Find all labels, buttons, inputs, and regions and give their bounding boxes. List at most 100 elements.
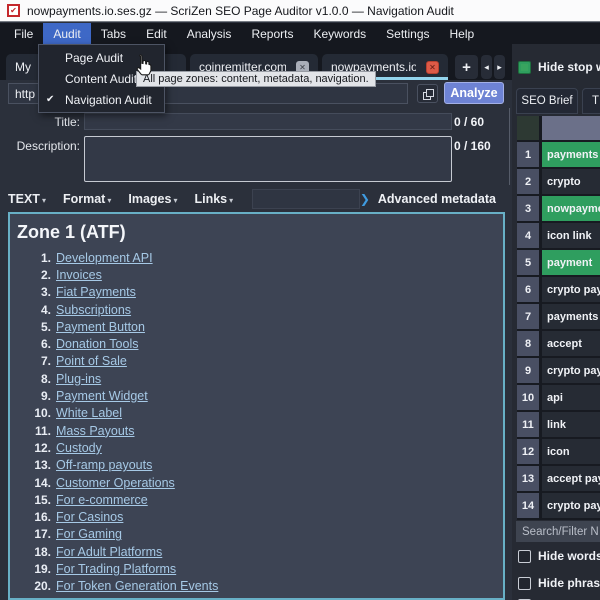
description-field[interactable] (84, 136, 452, 182)
menu-analysis[interactable]: Analysis (177, 23, 242, 44)
nav-list-item: 17. For Gaming (10, 526, 503, 543)
nav-link[interactable]: For Marketplaces (56, 597, 153, 598)
tab-seo-brief[interactable]: SEO Brief (516, 88, 578, 114)
tab-label: My (15, 60, 31, 74)
title-field[interactable] (84, 113, 452, 130)
keyword-table-header-num[interactable] (517, 116, 539, 140)
nav-item-number: 2. (40, 267, 51, 282)
filter-label: Hide words (538, 549, 600, 563)
nav-item-number: 10. (34, 406, 51, 421)
nav-list-item: 5. Payment Button (10, 318, 503, 335)
close-tab-icon[interactable]: ✕ (426, 60, 439, 74)
advanced-metadata-toggle[interactable]: ❯ Advanced metadata (360, 192, 496, 206)
nav-link[interactable]: Invoices (56, 268, 102, 282)
keyword-cell[interactable]: payments (542, 142, 600, 167)
nav-link[interactable]: Mass Payouts (56, 424, 135, 438)
menu-file[interactable]: File (4, 23, 43, 44)
hide-stop-words-checkbox[interactable] (518, 60, 531, 74)
nav-link[interactable]: Payment Button (56, 320, 145, 334)
app-logo-icon: ✔ (7, 4, 20, 17)
nav-link[interactable]: For Trading Platforms (56, 562, 176, 576)
keyword-cell[interactable]: crypto (542, 169, 600, 194)
tab-clipped[interactable]: T (582, 88, 600, 114)
nav-link[interactable]: Custody (56, 441, 102, 455)
nav-link[interactable]: Fiat Payments (56, 285, 136, 299)
toolbar-search-input[interactable] (252, 188, 360, 209)
nav-list-item: 1. Development API (10, 249, 503, 266)
copy-url-button[interactable] (417, 84, 438, 103)
keyword-search-input[interactable]: Search/Filter N (516, 521, 600, 542)
keyword-cell[interactable]: accept (542, 331, 600, 356)
nav-link[interactable]: For Gaming (56, 527, 122, 541)
nav-link[interactable]: Customer Operations (56, 476, 175, 490)
nav-link[interactable]: Point of Sale (56, 354, 127, 368)
nav-link[interactable]: For e-commerce (56, 493, 148, 507)
nav-list-item: 21. For Marketplaces (10, 595, 503, 598)
menu-settings[interactable]: Settings (376, 23, 439, 44)
nav-link[interactable]: For Casinos (56, 510, 123, 524)
nav-item-number: 7. (40, 354, 51, 369)
nav-link[interactable]: Donation Tools (56, 337, 138, 351)
toolbar-menu-links[interactable]: Links ▾ (194, 192, 233, 206)
menu-audit[interactable]: Audit (43, 23, 91, 44)
filter-row[interactable]: Hide words (518, 549, 600, 563)
prev-tab-button[interactable]: ◂ (481, 55, 492, 79)
menu-item-navigation-audit[interactable]: Navigation Audit ✔ (39, 89, 164, 110)
nav-link[interactable]: Subscriptions (56, 303, 131, 317)
nav-list-item: 13. Off-ramp payouts (10, 457, 503, 474)
keyword-cell[interactable]: link (542, 412, 600, 437)
keyword-cell[interactable]: payment (542, 250, 600, 275)
filter-checkbox[interactable] (518, 549, 531, 563)
description-label: Description: (16, 139, 80, 153)
next-tab-button[interactable]: ▸ (494, 55, 505, 79)
nav-link[interactable]: Development API (56, 251, 153, 265)
keyword-cell[interactable]: accept pay (542, 466, 600, 491)
analyze-button[interactable]: Analyze (444, 82, 504, 104)
nav-list-item: 4. Subscriptions (10, 301, 503, 318)
toolbar-menu-images[interactable]: Images ▾ (128, 192, 177, 206)
keyword-cell[interactable]: icon (542, 439, 600, 464)
toolbar-menu-format[interactable]: Format ▾ (63, 192, 111, 206)
keyword-cell[interactable]: icon link (542, 223, 600, 248)
nav-link[interactable]: Plug-ins (56, 372, 101, 386)
chevron-right-icon: ❯ (359, 191, 370, 206)
keyword-cell[interactable]: api (542, 385, 600, 410)
nav-link[interactable]: For Adult Platforms (56, 545, 162, 559)
keyword-row-number: 11 (517, 412, 539, 437)
toolbar-menu-text[interactable]: TEXT ▾ (8, 192, 46, 206)
nav-link[interactable]: For Token Generation Events (56, 579, 218, 593)
nav-list-item: 3. Fiat Payments (10, 284, 503, 301)
dropdown-arrow-icon: ▾ (41, 195, 46, 205)
keyword-cell[interactable]: nowpayments (542, 196, 600, 221)
menu-keywords[interactable]: Keywords (303, 23, 376, 44)
keyword-row-number: 14 (517, 493, 539, 518)
nav-list-item: 19. For Trading Platforms (10, 560, 503, 577)
add-tab-button[interactable]: + (455, 55, 478, 79)
nav-link[interactable]: Payment Widget (56, 389, 148, 403)
menu-help[interactable]: Help (440, 23, 485, 44)
filter-label: Hide phras (538, 576, 600, 590)
filter-row[interactable]: Hide phras (518, 576, 600, 590)
menu-edit[interactable]: Edit (136, 23, 177, 44)
menu-tabs[interactable]: Tabs (91, 23, 136, 44)
dropdown-arrow-icon: ▾ (173, 195, 178, 205)
keyword-cell[interactable]: crypto pay (542, 493, 600, 518)
keyword-cell[interactable]: crypto pay (542, 358, 600, 383)
nav-item-number: 20. (34, 579, 51, 594)
menu-tooltip: All page zones: content, metadata, navig… (136, 71, 376, 87)
keyword-table-header-keyword[interactable] (542, 116, 600, 140)
keyword-table: 1payments2crypto3nowpayments4icon link5p… (517, 116, 600, 520)
keyword-cell[interactable]: payments (542, 304, 600, 329)
filter-checkbox[interactable] (518, 576, 531, 590)
keyword-row-number: 1 (517, 142, 539, 167)
nav-link[interactable]: White Label (56, 406, 122, 420)
hide-stop-words-label: Hide stop words (538, 60, 600, 74)
dropdown-arrow-icon: ▾ (229, 195, 234, 205)
hide-stop-words-row[interactable]: Hide stop words (518, 60, 600, 74)
nav-link[interactable]: Off-ramp payouts (56, 458, 152, 472)
nav-item-number: 18. (34, 544, 51, 559)
menu-reports[interactable]: Reports (241, 23, 303, 44)
nav-list-item: 16. For Casinos (10, 508, 503, 525)
keyword-cell[interactable]: crypto pay (542, 277, 600, 302)
nav-list-item: 18. For Adult Platforms (10, 543, 503, 560)
